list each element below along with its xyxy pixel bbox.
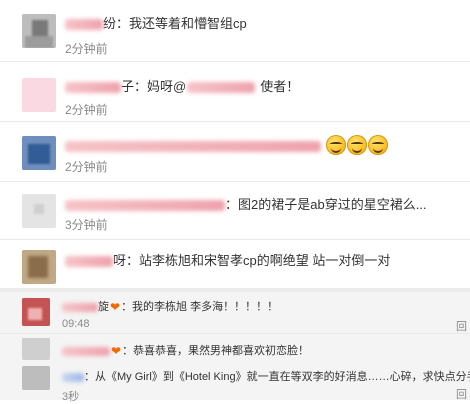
comment-time: 3分钟前 bbox=[65, 218, 108, 232]
comment-line: 旋❤：我的李栋旭 李多海！！！！！ bbox=[62, 298, 278, 314]
username-blurred bbox=[65, 19, 103, 31]
username-blurred bbox=[62, 346, 110, 356]
comment-time: 2分钟前 bbox=[65, 103, 108, 117]
comment-line: 呀：站李栋旭和宋智孝cp的啊绝望 站一对倒一对 bbox=[65, 250, 390, 269]
comment-line bbox=[65, 135, 388, 155]
comment-time: 09:48 bbox=[62, 318, 90, 330]
avatar[interactable] bbox=[22, 194, 56, 228]
avatar[interactable] bbox=[22, 298, 50, 326]
avatar[interactable] bbox=[22, 78, 56, 112]
grin-emoji-icon bbox=[325, 135, 346, 155]
username-tail[interactable]: 呀 bbox=[113, 253, 126, 268]
comment-time: 3秒 bbox=[62, 391, 80, 403]
comment-text: ：站李栋旭和宋智孝cp的啊绝望 站一对倒一对 bbox=[126, 253, 391, 268]
username-blurred bbox=[65, 256, 113, 268]
comment-blurred bbox=[65, 140, 321, 152]
comment-text: ：图2的裙子是ab穿过的星空裙么... bbox=[225, 197, 427, 212]
comment-text: ：我还等着和懵智组cp bbox=[116, 16, 247, 31]
avatar[interactable] bbox=[22, 250, 56, 284]
comment-text: ：我的李栋旭 李多海！！！！！ bbox=[121, 301, 279, 313]
comment-line: ：图2的裙子是ab穿过的星空裙么... bbox=[65, 194, 427, 213]
reply-link[interactable]: 回 bbox=[456, 318, 467, 334]
username-blurred bbox=[62, 302, 98, 312]
comment-item: 旋❤：我的李栋旭 李多海！！！！！ 09:48 回 bbox=[0, 292, 470, 334]
comment-text: ：妈呀@ bbox=[134, 79, 187, 94]
comment-line: 纷：我还等着和懵智组cp bbox=[65, 13, 247, 32]
comment-item: ：图2的裙子是ab穿过的星空裙么... 3分钟前 bbox=[0, 182, 470, 240]
grin-emoji-icon bbox=[346, 135, 367, 155]
comment-feed: 纷：我还等着和懵智组cp 2分钟前 子：妈呀@ 使者！ 2分钟前 2分钟前 ：图… bbox=[0, 0, 470, 403]
grin-emoji-icon bbox=[367, 135, 388, 155]
comment-time: 2分钟前 bbox=[65, 42, 108, 56]
username-tail[interactable]: 旋 bbox=[98, 301, 109, 313]
comment-time: 2分钟前 bbox=[65, 160, 108, 174]
comment-item: 2分钟前 bbox=[0, 122, 470, 182]
username-tail[interactable]: 子 bbox=[121, 79, 134, 94]
username-tail[interactable]: 纷 bbox=[103, 16, 116, 31]
username-blurred bbox=[65, 200, 225, 212]
comment-text: ：从《My Girl》到《Hotel King》就一直在等双李的好消息……心碎，… bbox=[84, 371, 470, 383]
comment-item: ：从《My Girl》到《Hotel King》就一直在等双李的好消息……心碎，… bbox=[0, 362, 470, 403]
comment-item: ❤：恭喜恭喜，果然男神都喜欢初恋脸！ bbox=[0, 334, 470, 362]
comment-item: 子：妈呀@ 使者！ 2分钟前 bbox=[0, 62, 470, 122]
avatar[interactable] bbox=[22, 136, 56, 170]
avatar[interactable] bbox=[22, 366, 50, 390]
comment-line: ❤：恭喜恭喜，果然男神都喜欢初恋脸！ bbox=[62, 342, 309, 358]
avatar[interactable] bbox=[22, 14, 56, 48]
comment-line: ：从《My Girl》到《Hotel King》就一直在等双李的好消息……心碎，… bbox=[62, 368, 470, 384]
heart-icon: ❤ bbox=[111, 344, 122, 359]
comment-text-tail: 使者！ bbox=[260, 79, 300, 94]
comment-line: 子：妈呀@ 使者！ bbox=[65, 76, 299, 95]
username-blurred bbox=[62, 372, 84, 382]
username-blurred bbox=[65, 82, 121, 94]
avatar[interactable] bbox=[22, 338, 50, 360]
comment-item: 纷：我还等着和懵智组cp 2分钟前 bbox=[0, 0, 470, 62]
comment-text: ：恭喜恭喜，果然男神都喜欢初恋脸！ bbox=[122, 345, 310, 357]
mention-blurred[interactable] bbox=[187, 82, 256, 94]
heart-icon: ❤ bbox=[110, 300, 121, 315]
comment-item: 呀：站李栋旭和宋智孝cp的啊绝望 站一对倒一对 bbox=[0, 240, 470, 288]
